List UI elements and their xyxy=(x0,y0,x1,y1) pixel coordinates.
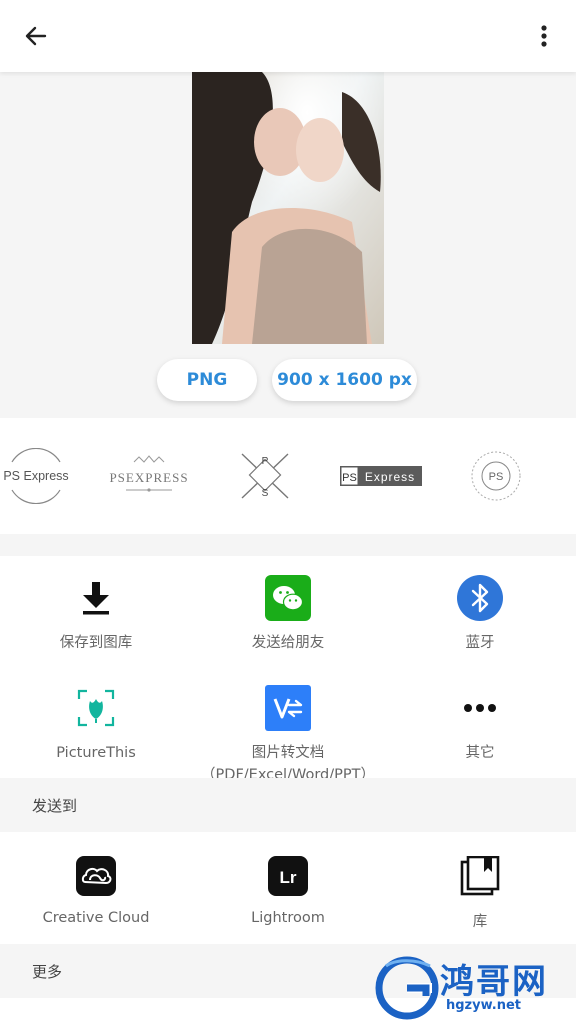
watermark-3-bottom: S xyxy=(262,488,269,499)
app-label: Lightroom xyxy=(251,910,325,926)
watermark-1-text: PS Express xyxy=(3,469,68,483)
dimensions-badge[interactable]: 900 x 1600 px xyxy=(272,359,417,401)
share-label: 保存到图库 xyxy=(59,635,133,651)
back-button[interactable] xyxy=(20,20,52,52)
watermark-3-top: P xyxy=(262,456,269,467)
top-bar xyxy=(0,0,576,72)
watermark-5-text: PS xyxy=(489,471,504,483)
arrow-left-icon xyxy=(25,26,47,46)
watermark-option-2[interactable]: PSEXPRESS xyxy=(104,448,194,504)
share-send-to-friend[interactable]: 发送给朋友 xyxy=(192,574,384,654)
more-vertical-icon xyxy=(541,25,547,47)
site-logo: 鸿哥网 hgzyw.net xyxy=(374,954,570,1020)
library-icon xyxy=(458,854,502,898)
creative-cloud-icon xyxy=(74,854,118,898)
lightroom-icon: Lr xyxy=(266,854,310,898)
send-to-apps: Creative Cloud Lr Lightroom 库 xyxy=(0,832,576,944)
app-creative-cloud[interactable]: Creative Cloud xyxy=(0,854,192,926)
share-label: PictureThis xyxy=(56,745,136,761)
more-horizontal-icon xyxy=(456,684,504,732)
app-library[interactable]: 库 xyxy=(384,854,576,931)
more-options-button[interactable] xyxy=(528,20,560,52)
picturethis-icon xyxy=(72,684,120,732)
doc-convert-icon xyxy=(264,684,312,732)
watermark-option-4[interactable]: PS Express xyxy=(340,448,422,504)
send-to-header: 发送到 xyxy=(0,778,576,832)
watermark-strip: PS Express PSEXPRESS P S PS Express PS xyxy=(0,418,576,534)
preview-area: PNG 900 x 1600 px xyxy=(0,72,576,418)
app-label: 库 xyxy=(472,914,488,930)
bluetooth-icon xyxy=(456,574,504,622)
watermark-option-3[interactable]: P S xyxy=(238,448,292,504)
share-image-to-document[interactable]: 图片转文档（PDF/Excel/Word/PPT） xyxy=(192,684,384,786)
download-icon xyxy=(72,574,120,622)
share-picturethis[interactable]: PictureThis xyxy=(0,684,192,764)
lightroom-letters: Lr xyxy=(280,868,297,887)
site-logo-url: hgzyw.net xyxy=(446,998,522,1013)
site-logo-name: 鸿哥网 xyxy=(440,962,548,1002)
share-save-to-gallery[interactable]: 保存到图库 xyxy=(0,574,192,654)
preview-image[interactable] xyxy=(192,72,384,344)
watermark-option-5[interactable]: PS xyxy=(470,448,522,504)
site-logo-icon xyxy=(375,956,439,1020)
share-label: 蓝牙 xyxy=(465,635,495,651)
watermark-option-1[interactable]: PS Express xyxy=(0,448,72,504)
watermark-4-right: Express xyxy=(365,470,415,484)
watermark-4-left: PS xyxy=(342,472,357,484)
app-lightroom[interactable]: Lr Lightroom xyxy=(192,854,384,926)
format-badge[interactable]: PNG xyxy=(157,359,257,401)
share-grid: 保存到图库 发送给朋友 蓝牙 PictureThis 图片转文档（PDF/Exc… xyxy=(0,556,576,783)
app-label: Creative Cloud xyxy=(42,910,150,926)
watermark-2-text: PSEXPRESS xyxy=(109,470,188,485)
share-bluetooth[interactable]: 蓝牙 xyxy=(384,574,576,654)
divider xyxy=(0,534,576,556)
share-other[interactable]: 其它 xyxy=(384,684,576,764)
share-label: 其它 xyxy=(465,745,495,761)
wechat-icon xyxy=(264,574,312,622)
share-label: 发送给朋友 xyxy=(251,635,325,651)
